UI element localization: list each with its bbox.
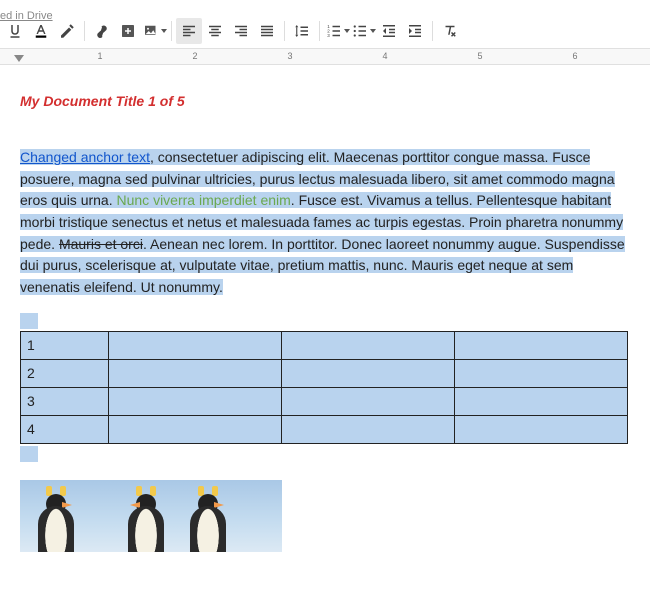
decrease-indent-button[interactable]: [376, 18, 402, 44]
table-cell[interactable]: [455, 359, 628, 387]
saved-status-label: ed in Drive: [0, 10, 53, 22]
table-cell[interactable]: [109, 415, 282, 443]
penguin-icon: [38, 506, 74, 552]
line-spacing-button[interactable]: [289, 18, 315, 44]
chevron-down-icon: [344, 29, 350, 33]
ruler-tick: 6: [572, 51, 577, 61]
document-page[interactable]: My Document Title 1 of 5 Changed anchor …: [0, 65, 650, 552]
ruler-tick: 3: [287, 51, 292, 61]
table-cell[interactable]: 3: [21, 387, 109, 415]
formatting-toolbar: 123: [0, 12, 650, 49]
table-cell[interactable]: [109, 387, 282, 415]
table-cell[interactable]: [282, 387, 455, 415]
table-cell[interactable]: [109, 359, 282, 387]
table-row[interactable]: 1: [21, 331, 628, 359]
table-cell[interactable]: [455, 331, 628, 359]
anchor-link[interactable]: Changed anchor text: [20, 149, 150, 165]
insert-link-button[interactable]: [89, 18, 115, 44]
ruler-tick: 4: [382, 51, 387, 61]
body-paragraph[interactable]: Changed anchor text, consectetuer adipis…: [20, 147, 630, 299]
numbered-list-button[interactable]: 123: [324, 18, 350, 44]
selection-indicator: [20, 313, 38, 329]
svg-text:3: 3: [327, 33, 330, 38]
highlight-color-button[interactable]: [54, 18, 80, 44]
clear-formatting-button[interactable]: [437, 18, 463, 44]
chevron-down-icon: [370, 29, 376, 33]
page-title[interactable]: My Document Title 1 of 5: [20, 93, 630, 109]
table-cell[interactable]: [282, 359, 455, 387]
align-left-button[interactable]: [176, 18, 202, 44]
table-cell[interactable]: [282, 331, 455, 359]
ruler-tick: 2: [192, 51, 197, 61]
table-cell[interactable]: [282, 415, 455, 443]
penguin-icon: [190, 506, 226, 552]
table-cell[interactable]: [455, 387, 628, 415]
table-cell[interactable]: [109, 331, 282, 359]
toolbar-separator: [84, 21, 85, 41]
bulleted-list-button[interactable]: [350, 18, 376, 44]
table-cell[interactable]: [455, 415, 628, 443]
table-cell[interactable]: 4: [21, 415, 109, 443]
horizontal-ruler[interactable]: 1 2 3 4 5 6: [0, 49, 650, 65]
insert-image-button[interactable]: [141, 18, 167, 44]
table-cell[interactable]: 1: [21, 331, 109, 359]
toolbar-separator: [284, 21, 285, 41]
toolbar-separator: [171, 21, 172, 41]
penguin-icon: [128, 506, 164, 552]
toolbar-separator: [319, 21, 320, 41]
embedded-image[interactable]: [20, 480, 282, 552]
add-comment-button[interactable]: [115, 18, 141, 44]
align-justify-button[interactable]: [254, 18, 280, 44]
table-row[interactable]: 2: [21, 359, 628, 387]
chevron-down-icon: [161, 29, 167, 33]
toolbar-separator: [432, 21, 433, 41]
ruler-tick: 5: [477, 51, 482, 61]
table-row[interactable]: 4: [21, 415, 628, 443]
table-row[interactable]: 3: [21, 387, 628, 415]
align-center-button[interactable]: [202, 18, 228, 44]
increase-indent-button[interactable]: [402, 18, 428, 44]
align-right-button[interactable]: [228, 18, 254, 44]
strikethrough-text[interactable]: Mauris et orci: [59, 236, 143, 252]
table-cell[interactable]: 2: [21, 359, 109, 387]
ruler-tick: 1: [97, 51, 102, 61]
document-table[interactable]: 1 2 3 4: [20, 331, 628, 444]
selection-indicator: [20, 446, 38, 462]
green-text-segment[interactable]: Nunc viverra imperdiet enim: [117, 192, 291, 208]
